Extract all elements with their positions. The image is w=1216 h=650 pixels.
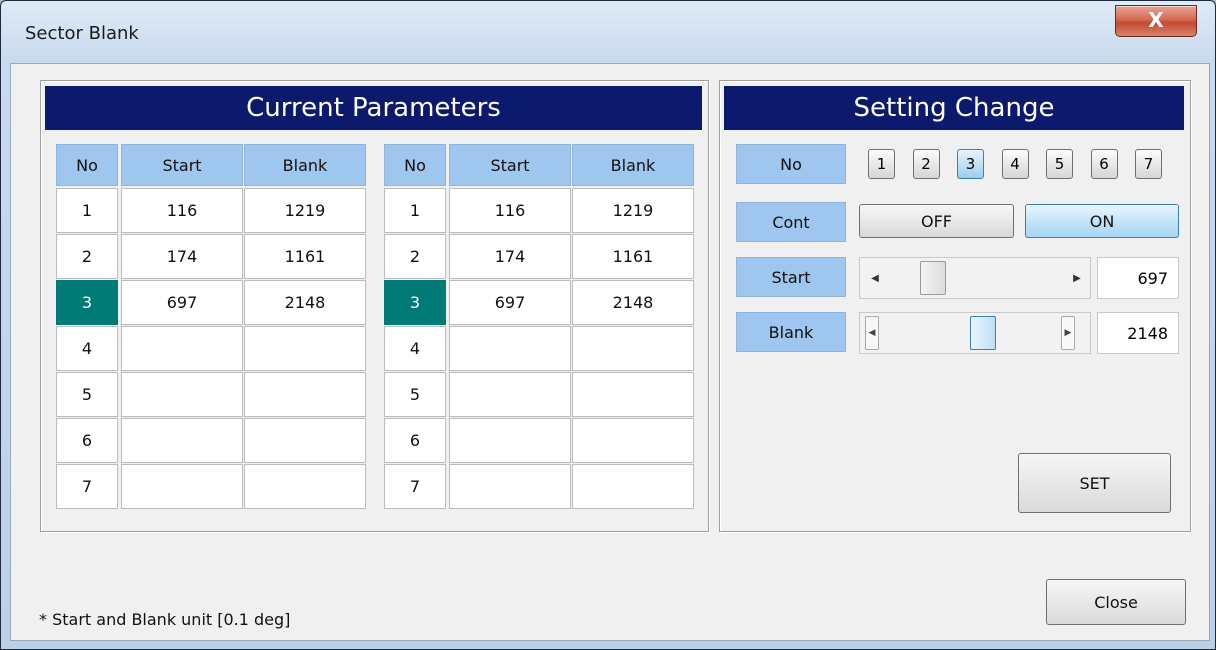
number-button-2[interactable]: 2	[912, 149, 940, 179]
table-2-row-3-blank[interactable]: 2148	[572, 280, 694, 325]
table-2-row-4-no[interactable]: 4	[384, 326, 446, 371]
blank-slider-thumb[interactable]	[970, 316, 996, 350]
table-2-row-5-no[interactable]: 5	[384, 372, 446, 417]
number-button-3[interactable]: 3	[957, 149, 984, 179]
number-button-4[interactable]: 4	[1001, 149, 1029, 179]
table-1-row-2-no[interactable]: 2	[56, 234, 118, 279]
table-2-row-5-blank[interactable]	[572, 372, 694, 417]
cont-off-button[interactable]: OFF	[859, 204, 1014, 238]
current-parameters-heading: Current Parameters	[45, 86, 702, 130]
table-2-header-start: Start	[449, 144, 571, 186]
table-2-row-4-blank[interactable]	[572, 326, 694, 371]
close-button[interactable]: Close	[1046, 579, 1186, 625]
table-1-row-5-no[interactable]: 5	[56, 372, 118, 417]
start-slider-thumb[interactable]	[920, 261, 946, 295]
table-2-row-7-start[interactable]	[449, 464, 571, 509]
window-close-button[interactable]: X	[1115, 5, 1197, 37]
table-1-header-no: No	[56, 144, 118, 186]
table-1-row-4-start[interactable]	[121, 326, 243, 371]
blank-label: Blank	[736, 312, 846, 352]
table-1-row-6-start[interactable]	[121, 418, 243, 463]
table-2-row-7-blank[interactable]	[572, 464, 694, 509]
table-2-row-7-no[interactable]: 7	[384, 464, 446, 509]
table-2-row-3-no[interactable]: 3	[384, 280, 446, 325]
table-2-row-1-blank[interactable]: 1219	[572, 188, 694, 233]
close-icon: X	[1148, 8, 1164, 32]
window-title: Sector Blank	[25, 23, 139, 44]
table-1-row-5-blank[interactable]	[244, 372, 366, 417]
number-button-5[interactable]: 5	[1046, 149, 1073, 179]
table-1-row-5-start[interactable]	[121, 372, 243, 417]
start-value: 697	[1097, 257, 1179, 299]
sector-blank-window: Sector Blank X Current Parameters No Star…	[0, 0, 1216, 650]
table-2-row-2-no[interactable]: 2	[384, 234, 446, 279]
table-2-row-6-no[interactable]: 6	[384, 418, 446, 463]
table-1-row-4-no[interactable]: 4	[56, 326, 118, 371]
table-1-row-6-no[interactable]: 6	[56, 418, 118, 463]
table-1-row-4-blank[interactable]	[244, 326, 366, 371]
table-2-header-no: No	[384, 144, 446, 186]
blank-value: 2148	[1097, 312, 1179, 354]
cont-on-button[interactable]: ON	[1025, 204, 1179, 238]
blank-slider-left-arrow-icon[interactable]: ◀	[865, 316, 879, 350]
table-2-row-2-start[interactable]: 174	[449, 234, 571, 279]
table-2-row-1-no[interactable]: 1	[384, 188, 446, 233]
table-2-row-6-blank[interactable]	[572, 418, 694, 463]
number-button-6[interactable]: 6	[1090, 149, 1118, 179]
table-1-row-7-blank[interactable]	[244, 464, 366, 509]
no-label: No	[736, 144, 846, 184]
table-2-header-blank: Blank	[572, 144, 694, 186]
title-bar[interactable]: Sector Blank X	[1, 1, 1215, 61]
table-1-row-7-no[interactable]: 7	[56, 464, 118, 509]
start-slider-left-arrow-icon[interactable]: ◀	[866, 258, 884, 298]
unit-note: * Start and Blank unit [0.1 deg]	[39, 610, 291, 629]
number-button-7[interactable]: 7	[1135, 149, 1162, 179]
table-1-row-7-start[interactable]	[121, 464, 243, 509]
table-2-row-6-start[interactable]	[449, 418, 571, 463]
table-1-row-3-start[interactable]: 697	[121, 280, 243, 325]
table-1-row-3-blank[interactable]: 2148	[244, 280, 366, 325]
table-2-row-4-start[interactable]	[449, 326, 571, 371]
table-1-row-3-no[interactable]: 3	[56, 280, 118, 325]
table-1-row-2-blank[interactable]: 1161	[244, 234, 366, 279]
cont-label: Cont	[736, 202, 846, 242]
start-slider[interactable]: ◀ ▶	[859, 257, 1091, 299]
table-1-header-blank: Blank	[244, 144, 366, 186]
table-2-row-1-start[interactable]: 116	[449, 188, 571, 233]
table-1-row-6-blank[interactable]	[244, 418, 366, 463]
table-2-row-2-blank[interactable]: 1161	[572, 234, 694, 279]
set-button[interactable]: SET	[1018, 453, 1171, 513]
table-1-row-1-blank[interactable]: 1219	[244, 188, 366, 233]
table-2-row-3-start[interactable]: 697	[449, 280, 571, 325]
table-1-row-1-no[interactable]: 1	[56, 188, 118, 233]
start-slider-right-arrow-icon[interactable]: ▶	[1068, 258, 1086, 298]
blank-slider-right-arrow-icon[interactable]: ▶	[1061, 316, 1075, 350]
table-1-row-1-start[interactable]: 116	[121, 188, 243, 233]
dialog-client-area: Current Parameters No Start Blank 1 116 1219 2…	[10, 63, 1210, 641]
table-2-row-5-start[interactable]	[449, 372, 571, 417]
number-button-1[interactable]: 1	[868, 149, 895, 179]
table-1-row-2-start[interactable]: 174	[121, 234, 243, 279]
blank-slider[interactable]: ◀ ▶	[859, 312, 1091, 354]
start-label: Start	[736, 257, 846, 297]
table-1-header-start: Start	[121, 144, 243, 186]
setting-change-heading: Setting Change	[724, 86, 1184, 130]
